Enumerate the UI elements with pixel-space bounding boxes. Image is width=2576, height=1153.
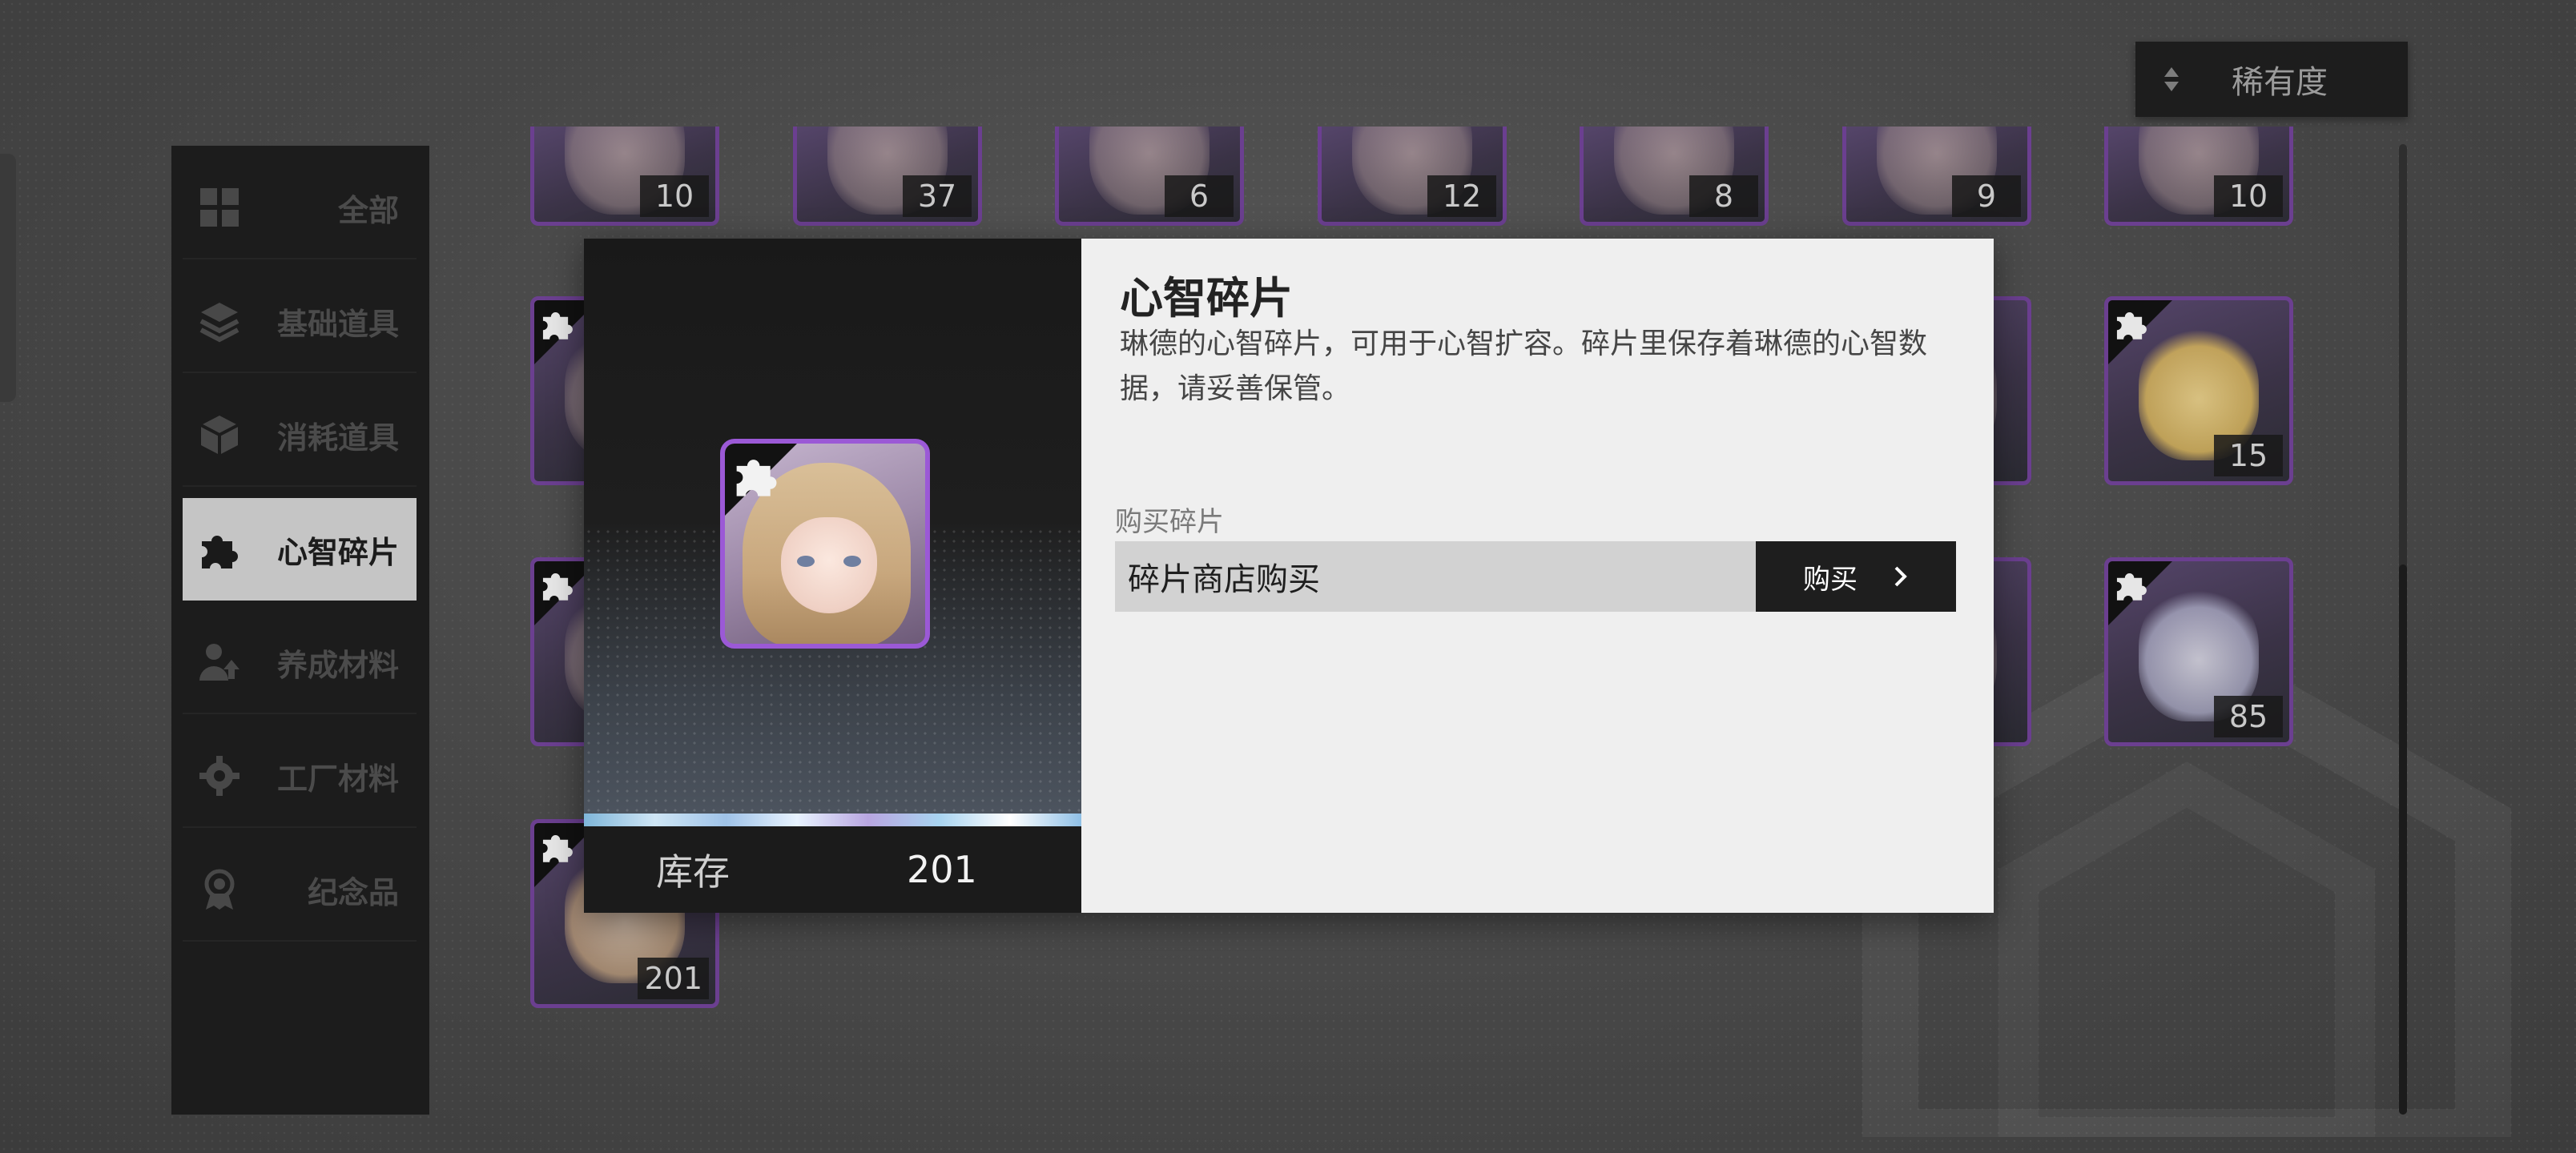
item-count: 9 <box>1952 175 2021 217</box>
cube-icon <box>197 412 242 457</box>
item-title: 心智碎片 <box>1120 273 1293 323</box>
item-count: 37 <box>903 175 972 217</box>
item-count: 85 <box>2214 696 2283 737</box>
puzzle-icon <box>542 312 573 339</box>
item-count: 8 <box>1689 175 1758 217</box>
left-edge-tab[interactable] <box>0 154 16 402</box>
sort-label: 稀有度 <box>2232 64 2328 101</box>
sidebar-item-label: 养成材料 <box>276 647 399 683</box>
puzzle-icon <box>2116 573 2147 601</box>
puzzle-icon <box>736 460 777 496</box>
item-count: 15 <box>2214 435 2283 476</box>
buy-source-label: 碎片商店购买 <box>1115 541 1756 612</box>
item-description: 琳德的心智碎片，可用于心智扩容。碎片里保存着琳德的心智数据，请妥善保管。 <box>1120 327 1928 405</box>
item-count: 10 <box>640 175 709 217</box>
sidebar-item-label: 纪念品 <box>307 874 399 910</box>
gear-icon <box>197 753 242 798</box>
item-count: 12 <box>1427 175 1496 217</box>
sidebar-item-basic-items[interactable]: 基础道具 <box>183 271 417 373</box>
buy-section-label: 购买碎片 <box>1115 506 1224 538</box>
fragment-card[interactable]: 15 <box>2104 296 2293 485</box>
fragment-card[interactable]: 6 <box>1055 127 1244 226</box>
category-sidebar: 全部 基础道具 消耗道具 心智碎片 养成材料 工厂材料 纪念品 <box>171 146 429 1115</box>
item-detail-modal: 库存 201 心智碎片 琳德的心智碎片，可用于心智扩容。碎片里保存着琳德的心智数… <box>584 239 1994 913</box>
puzzle-icon <box>542 573 573 601</box>
fragment-card[interactable]: 9 <box>1842 127 2031 226</box>
stock-value: 201 <box>907 848 977 891</box>
medal-icon <box>197 867 242 912</box>
sidebar-item-souvenirs[interactable]: 纪念品 <box>183 839 417 942</box>
fragment-card[interactable]: 8 <box>1580 127 1769 226</box>
puzzle-icon <box>542 835 573 862</box>
fragment-card[interactable]: 10 <box>2104 127 2293 226</box>
sidebar-item-all[interactable]: 全部 <box>183 157 417 259</box>
sort-rarity-button[interactable]: 稀有度 <box>2135 42 2408 117</box>
item-info-panel: 心智碎片 琳德的心智碎片，可用于心智扩容。碎片里保存着琳德的心智数据，请妥善保管… <box>1081 239 1994 913</box>
item-preview-panel: 库存 201 <box>584 239 1081 913</box>
sidebar-item-factory-materials[interactable]: 工厂材料 <box>183 725 417 828</box>
fragment-card[interactable]: 12 <box>1318 127 1507 226</box>
item-count: 10 <box>2214 175 2283 217</box>
fragment-portrait <box>720 439 930 649</box>
holographic-strip <box>584 814 1081 826</box>
sidebar-item-growth-materials[interactable]: 养成材料 <box>183 612 417 714</box>
person-upgrade-icon <box>197 640 242 685</box>
stock-label: 库存 <box>656 850 730 894</box>
stock-bar: 库存 201 <box>584 826 1081 913</box>
sidebar-item-label: 心智碎片 <box>276 534 399 570</box>
sidebar-item-consumables[interactable]: 消耗道具 <box>183 384 417 487</box>
buy-source-row: 碎片商店购买 购买 <box>1115 541 1956 612</box>
grid-icon <box>197 185 242 230</box>
item-count: 6 <box>1165 175 1234 217</box>
sidebar-item-label: 基础道具 <box>276 306 399 342</box>
fragment-card[interactable]: 10 <box>530 127 719 226</box>
puzzle-icon <box>197 527 242 572</box>
puzzle-icon <box>2116 312 2147 339</box>
chevron-right-icon <box>1894 566 1907 587</box>
buy-button-label: 购买 <box>1803 563 1858 596</box>
scrollbar-thumb[interactable] <box>2399 564 2407 1115</box>
buy-button[interactable]: 购买 <box>1756 541 1956 612</box>
fragment-card[interactable]: 85 <box>2104 557 2293 746</box>
fragment-card[interactable]: 37 <box>793 127 982 226</box>
sidebar-item-label: 工厂材料 <box>276 761 399 797</box>
sidebar-item-mind-fragments[interactable]: 心智碎片 <box>183 498 417 601</box>
sidebar-item-label: 消耗道具 <box>276 420 399 456</box>
item-count: 201 <box>638 958 709 999</box>
layers-icon <box>197 299 242 343</box>
sidebar-item-label: 全部 <box>337 192 399 228</box>
sort-arrows-icon <box>2135 67 2208 91</box>
